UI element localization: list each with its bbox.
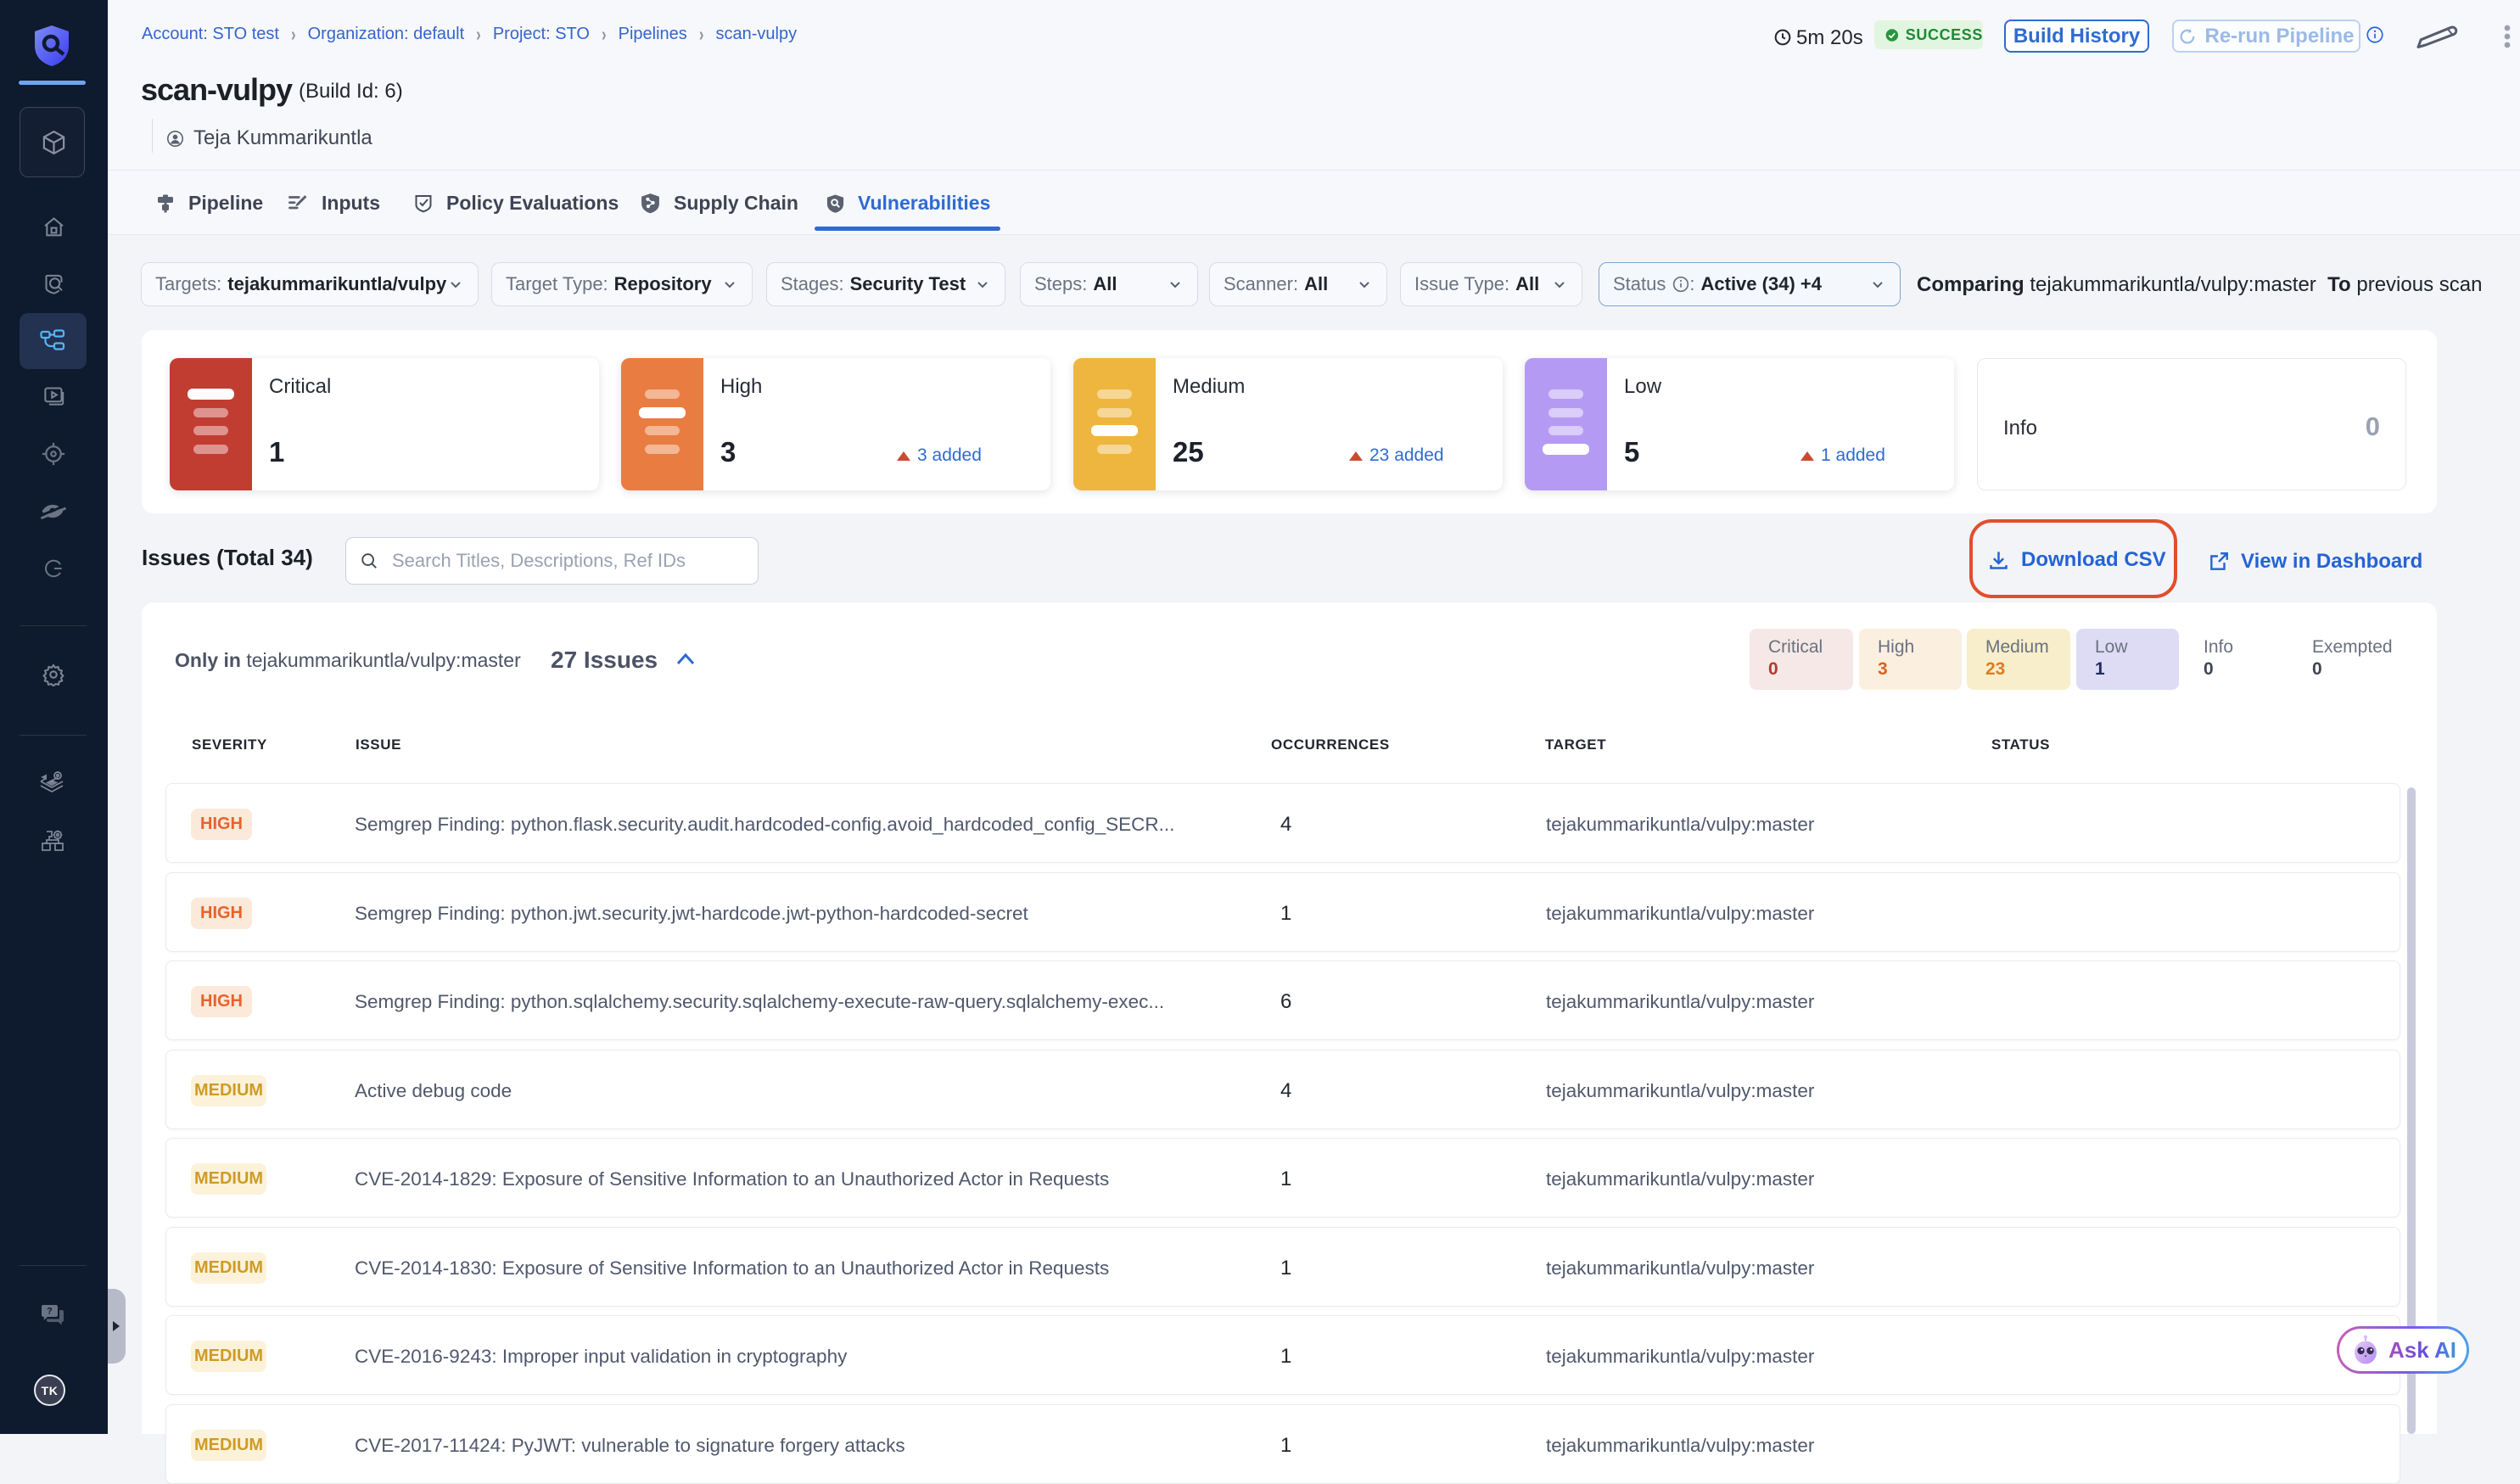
svg-text:?: ?	[47, 1307, 53, 1317]
